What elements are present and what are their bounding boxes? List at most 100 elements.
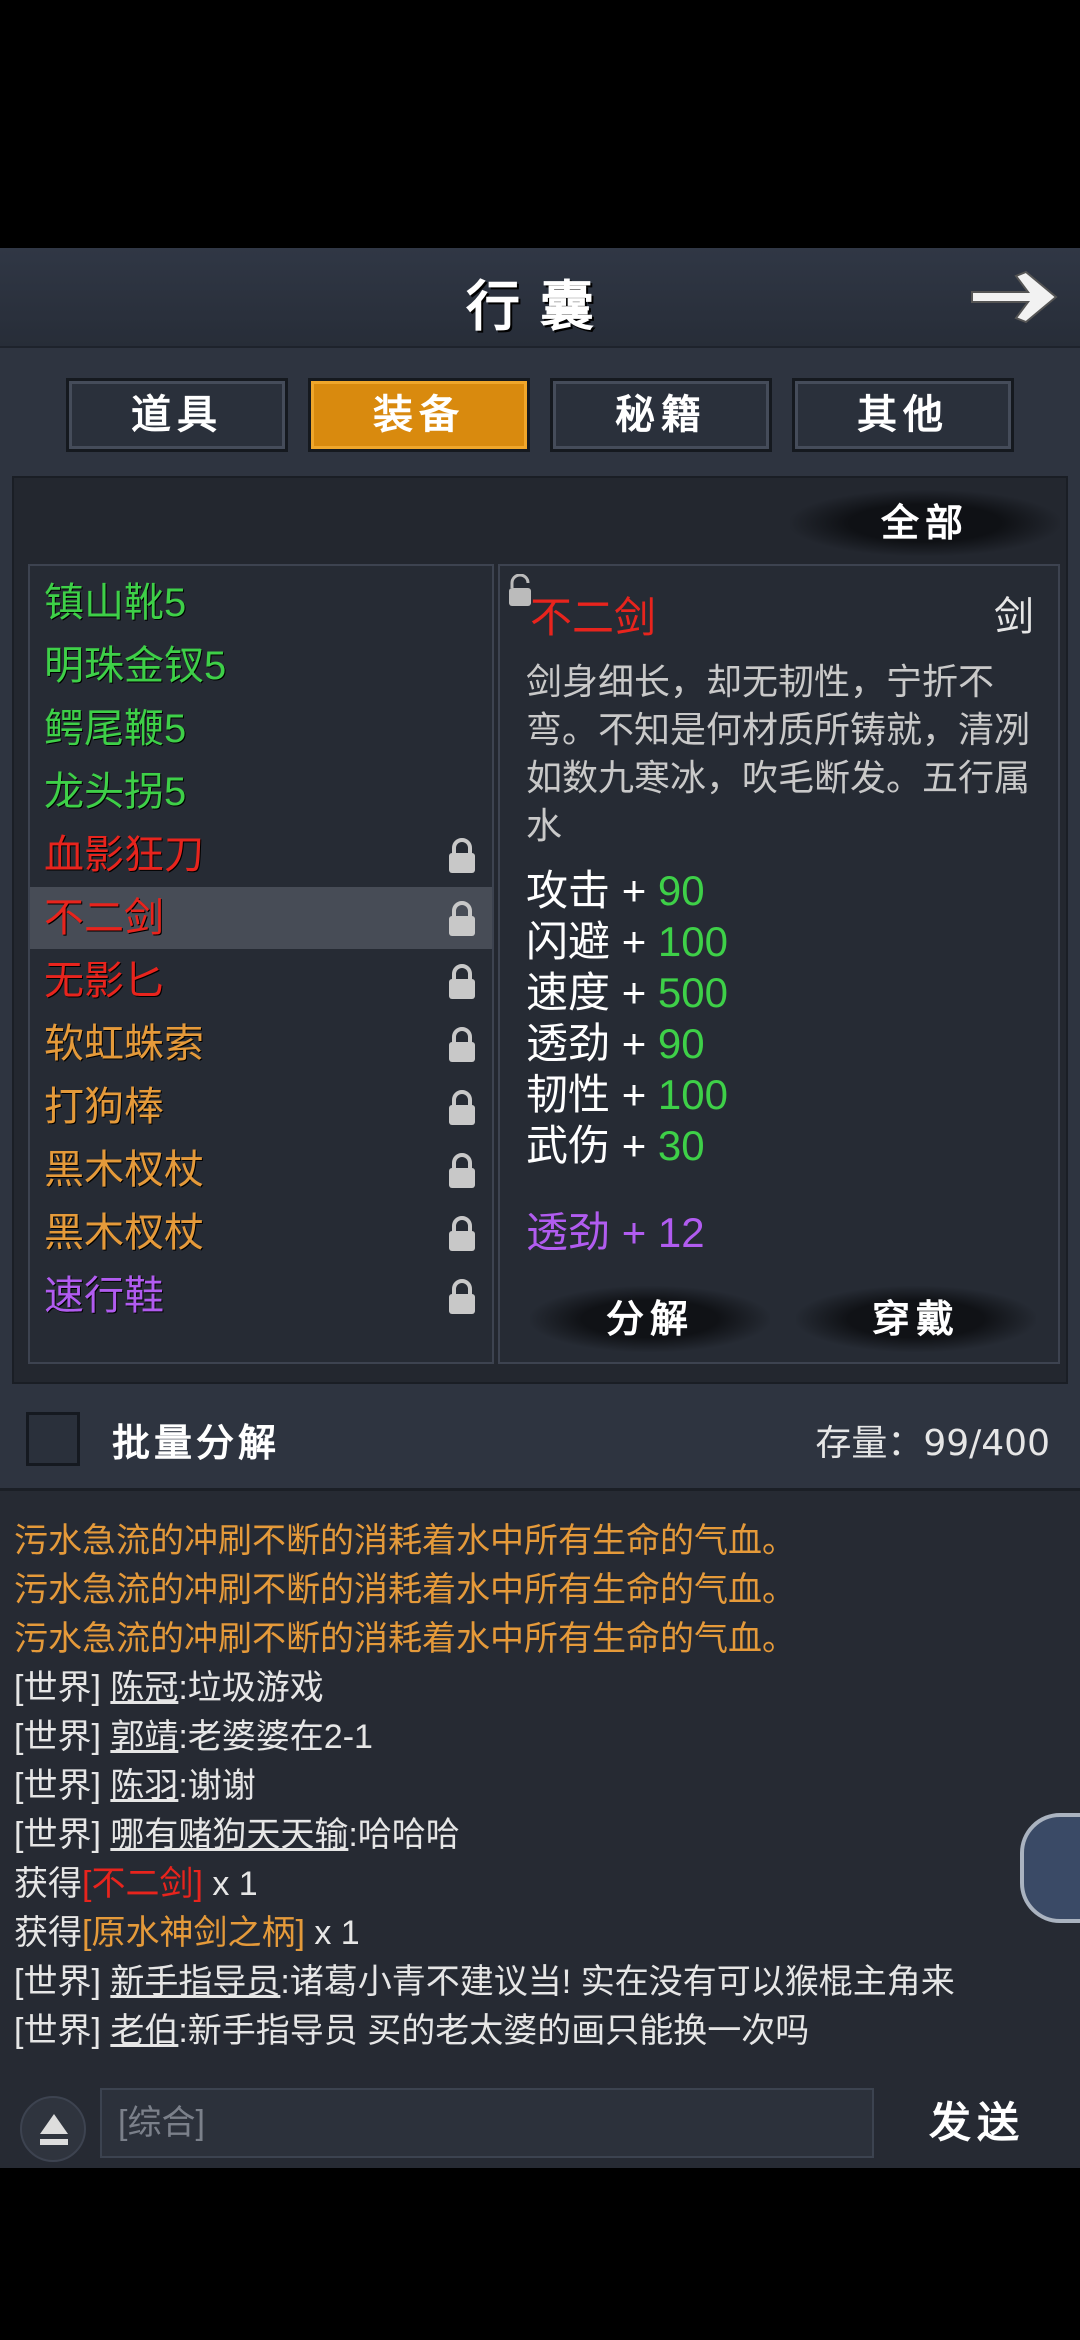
content-area: 全部 镇山靴5 明珠金钗5 鳄尾鞭5 龙头拐5 血影狂刀不二剑无影匕软虹蛛索打狗棒黑木杈… [12, 476, 1068, 1384]
message-text: :诸葛小青不建议当! 实在没有可以猴棍主角来 [280, 1963, 955, 2001]
stat-plus: + [621, 969, 647, 1016]
player-name[interactable]: 老伯 [110, 2012, 178, 2050]
got-item[interactable]: [不二剑] [82, 1865, 203, 1903]
message-text: :哈哈哈 [348, 1816, 460, 1854]
item-detail: 不二剑 剑 剑身细长，却无韧性，宁折不弯。不知是何材质所铸就，清冽如数九寒冰，吹… [498, 564, 1060, 1364]
list-item[interactable]: 明珠金钗5 [30, 635, 492, 697]
back-arrow-icon[interactable] [966, 264, 1062, 330]
item-name: 软虹蛛索 [44, 1022, 204, 1066]
channel-tag: [世界] [14, 1669, 101, 1707]
item-name: 镇山靴5 [44, 581, 187, 625]
stat-plus: + [621, 1071, 647, 1118]
chat-message: 污水急流的冲刷不断的消耗着水中所有生命的气血。 [14, 1571, 796, 1609]
list-item[interactable]: 黑木杈杖 [30, 1139, 492, 1201]
tab-equipment[interactable]: 装备 [308, 378, 530, 452]
side-menu-button[interactable] [1020, 1813, 1080, 1923]
player-name[interactable]: 哪有赌狗天天输 [110, 1816, 348, 1854]
channel-tag: [世界] [14, 1767, 101, 1805]
item-name: 不二剑 [44, 896, 164, 940]
player-name[interactable]: 陈冠 [110, 1669, 178, 1707]
item-name: 黑木杈杖 [44, 1148, 204, 1192]
capacity-text: 存量：99/400 [815, 1423, 1050, 1464]
extra-stat: 透劲 + 12 [526, 1208, 705, 1258]
detail-item-type: 剑 [994, 594, 1034, 640]
player-name[interactable]: 新手指导员 [110, 1963, 280, 2001]
chat-message: [世界] 陈羽:谢谢 [14, 1762, 256, 1810]
item-name: 无影匕 [44, 959, 164, 1003]
channel-tag: [世界] [14, 1718, 101, 1756]
item-name: 龙头拐5 [44, 770, 187, 814]
stat-label: 闪避 [526, 918, 611, 965]
chat-message: 污水急流的冲刷不断的消耗着水中所有生命的气血。 [14, 1522, 796, 1560]
batch-decompose-checkbox[interactable] [26, 1412, 80, 1466]
chat-message: [世界] 哪有赌狗天天输:哈哈哈 [14, 1811, 460, 1859]
lock-icon[interactable] [446, 1027, 478, 1063]
chat-message: [世界] 新手指导员:诸葛小青不建议当! 实在没有可以猴棍主角来 [14, 1958, 955, 2006]
item-name: 明珠金钗5 [44, 644, 227, 688]
chat-log[interactable]: 污水急流的冲刷不断的消耗着水中所有生命的气血。 污水急流的冲刷不断的消耗着水中所有… [0, 1488, 1080, 2168]
channel-tag: [世界] [14, 1816, 101, 1854]
channel-tag: [世界] [14, 2012, 101, 2050]
list-item[interactable]: 黑木杈杖 [30, 1202, 492, 1264]
extra-stat-plus: + [621, 1209, 647, 1256]
list-item[interactable]: 不二剑 [30, 887, 492, 949]
got-prefix: 获得 [14, 1865, 82, 1903]
stat-plus: + [621, 918, 647, 965]
lock-icon[interactable] [446, 1153, 478, 1189]
extra-stat-value: 12 [657, 1209, 705, 1256]
stat-row: 攻击 + 90 [526, 866, 705, 916]
expand-chat-button[interactable] [20, 2096, 86, 2162]
lock-icon[interactable] [446, 838, 478, 874]
stat-value: 90 [657, 867, 705, 914]
stat-row: 速度 + 500 [526, 968, 728, 1018]
filter-button[interactable]: 全部 [790, 490, 1060, 556]
list-item[interactable]: 软虹蛛索 [30, 1013, 492, 1075]
lock-icon[interactable] [446, 1216, 478, 1252]
list-item[interactable]: 镇山靴5 [30, 572, 492, 634]
stat-row: 透劲 + 90 [526, 1019, 705, 1069]
list-item[interactable]: 血影狂刀 [30, 824, 492, 886]
stat-plus: + [621, 1020, 647, 1067]
stat-label: 速度 [526, 969, 611, 1016]
send-button[interactable]: 发送 [902, 2088, 1052, 2158]
list-item[interactable]: 鳄尾鞭5 [30, 698, 492, 760]
item-list[interactable]: 镇山靴5 明珠金钗5 鳄尾鞭5 龙头拐5 血影狂刀 不二剑 无影匕 软虹蛛索 打狗棒 黑木杈杖 黑木… [28, 564, 494, 1364]
player-name[interactable]: 郭靖 [110, 1718, 178, 1756]
batch-decompose-label: 批量分解 [112, 1420, 281, 1465]
page-title: 行囊 [466, 274, 614, 338]
lock-icon[interactable] [446, 1279, 478, 1315]
chat-input[interactable]: [综合] [100, 2088, 874, 2158]
extra-stat-label: 透劲 [526, 1209, 611, 1256]
equip-button[interactable]: 穿戴 [796, 1286, 1036, 1352]
list-item[interactable]: 打狗棒 [30, 1076, 492, 1138]
list-item[interactable]: 无影匕 [30, 950, 492, 1012]
stat-label: 攻击 [526, 867, 611, 914]
chat-message: 获得[不二剑] x 1 [14, 1860, 258, 1908]
message-text: :新手指导员 买的老太婆的画只能换一次吗 [178, 2012, 810, 2050]
stat-value: 30 [657, 1122, 705, 1169]
tab-others[interactable]: 其他 [792, 378, 1014, 452]
stat-label: 透劲 [526, 1020, 611, 1067]
tab-manuals[interactable]: 秘籍 [550, 378, 772, 452]
message-text: :老婆婆在2-1 [178, 1718, 373, 1756]
eject-icon [40, 2114, 68, 2145]
player-name[interactable]: 陈羽 [110, 1767, 178, 1805]
lock-icon[interactable] [446, 901, 478, 937]
stat-label: 武伤 [526, 1122, 611, 1169]
chat-message: [世界] 郭靖:老婆婆在2-1 [14, 1713, 373, 1761]
list-item[interactable]: 速行鞋 [30, 1265, 492, 1327]
tab-items[interactable]: 道具 [66, 378, 288, 452]
stat-value: 100 [657, 1071, 728, 1118]
stat-row: 韧性 + 100 [526, 1070, 728, 1120]
chat-message: [世界] 老伯:新手指导员 买的老太婆的画只能换一次吗 [14, 2007, 809, 2055]
got-count: x 1 [202, 1865, 258, 1903]
decompose-button[interactable]: 分解 [530, 1286, 770, 1352]
lock-icon[interactable] [446, 1090, 478, 1126]
message-text: :谢谢 [178, 1767, 256, 1805]
got-item[interactable]: [原水神剑之柄] [82, 1914, 305, 1952]
lock-icon[interactable] [446, 964, 478, 1000]
stat-value: 500 [657, 969, 728, 1016]
list-item[interactable]: 龙头拐5 [30, 761, 492, 823]
channel-tag: [世界] [14, 1963, 101, 2001]
item-name: 血影狂刀 [44, 833, 204, 877]
